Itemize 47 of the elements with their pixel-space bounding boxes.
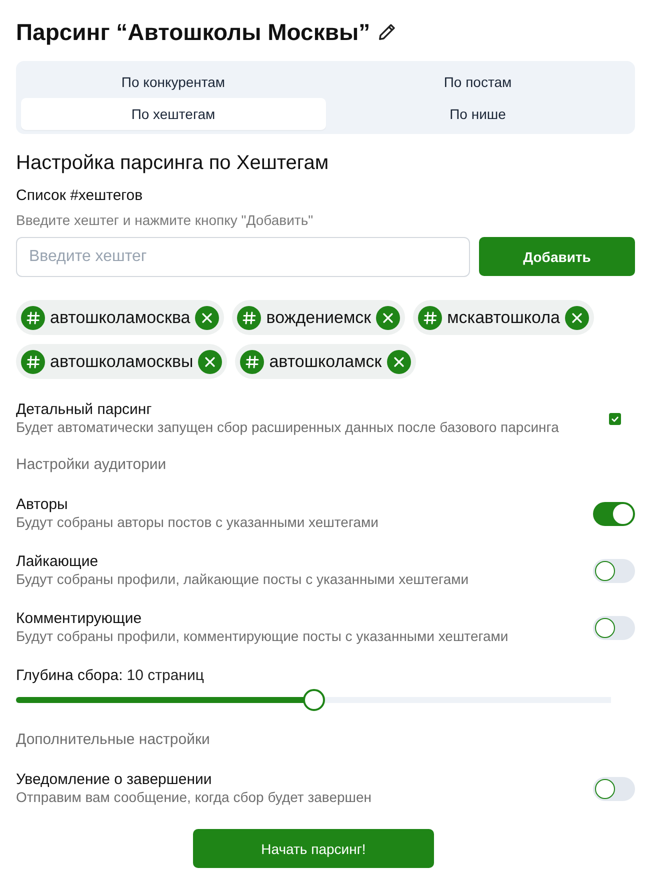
slider-label: Глубина сбора: — [16, 667, 123, 685]
hashtag-text: автошколамосква — [50, 308, 190, 328]
toggle-switch[interactable] — [593, 558, 635, 582]
toggle-switch[interactable] — [593, 502, 635, 526]
section-heading: Дополнительные настройки — [16, 731, 211, 749]
section-heading: Настройки аудитории — [16, 456, 168, 474]
option-description: Будет автоматически запущен сбор расширенных данных после базового парсинга — [16, 419, 559, 436]
option-label: Уведомление о завершении — [16, 771, 213, 788]
toggle-switch[interactable] — [593, 616, 635, 640]
option-description: Будут собраны профили, лайкающие посты с указанными хештегами — [16, 571, 469, 588]
hashtag-text: автошколамск — [269, 352, 382, 372]
option-description: Будут собраны профили, комментирующие посты с указанными хештегами — [16, 628, 508, 645]
option-description: Отправим вам сообщение, когда сбор будет завершен — [16, 789, 372, 806]
page-title: Парсинг “Автошколы Москвы” — [16, 18, 370, 46]
pencil-icon[interactable] — [379, 24, 396, 40]
tab[interactable]: По постам — [326, 66, 630, 98]
start-parsing-button[interactable]: Начать парсинг! — [193, 829, 434, 868]
hashtag-text: мскавтошкола — [447, 308, 560, 328]
remove-tag-icon[interactable] — [195, 306, 220, 330]
hashtag-text: вождениемск — [266, 308, 372, 328]
slider-thumb[interactable] — [302, 689, 324, 711]
option-label: Комментирующие — [16, 610, 143, 627]
slider-value: 10 страниц — [126, 667, 204, 685]
hashtag-text: автошколамосквы — [50, 352, 194, 372]
field-hint: Введите хештег и нажмите кнопку "Добавить" — [16, 211, 314, 229]
section-title: Настройка парсинга по Хештегам — [16, 151, 330, 176]
hashtag-icon — [418, 306, 442, 330]
option-label: Детальный парсинг — [16, 401, 153, 418]
toggle-switch[interactable] — [593, 776, 635, 800]
checkbox[interactable] — [609, 412, 621, 424]
hashtag-icon — [21, 306, 45, 330]
remove-tag-icon[interactable] — [564, 306, 589, 330]
add-button[interactable]: Добавить — [479, 237, 635, 276]
hashtag-input[interactable]: Введите хештег — [16, 237, 470, 277]
hashtag-icon — [21, 350, 45, 374]
tab[interactable]: По конкурентам — [21, 66, 326, 98]
hashtag-icon — [237, 306, 262, 330]
field-label: Список #хештегов — [16, 186, 144, 206]
option-label: Лайкающие — [16, 553, 100, 570]
tab[interactable]: По нише — [326, 98, 630, 130]
option-description: Будут собраны авторы постов с указанными хештегами — [16, 514, 378, 531]
remove-tag-icon[interactable] — [386, 350, 411, 374]
remove-tag-icon[interactable] — [198, 350, 222, 374]
hashtag-icon — [240, 350, 264, 374]
remove-tag-icon[interactable] — [376, 306, 400, 330]
tab[interactable]: По хештегам — [21, 98, 326, 130]
option-label: Авторы — [16, 496, 69, 513]
